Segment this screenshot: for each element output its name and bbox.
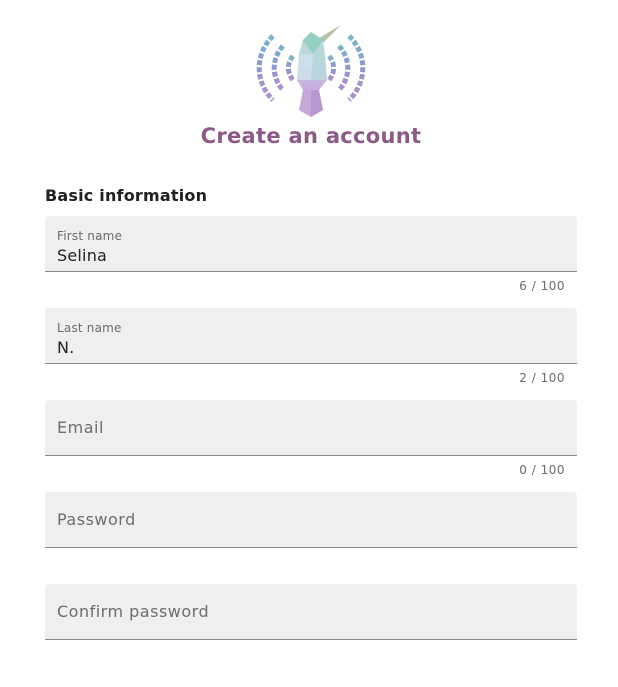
email-field[interactable]: Email (45, 400, 577, 456)
first-name-label: First name (57, 229, 123, 243)
first-name-field[interactable]: First name Selina (45, 216, 577, 272)
page-title: Create an account (200, 124, 422, 148)
hummingbird-signal-logo-icon (256, 25, 366, 117)
last-name-field[interactable]: Last name N. (45, 308, 577, 364)
first-name-character-counter: 6 / 100 (519, 279, 565, 293)
last-name-character-counter: 2 / 100 (519, 371, 565, 385)
email-character-counter: 0 / 100 (519, 463, 565, 477)
confirm-password-field[interactable]: Confirm password (45, 584, 577, 640)
password-field[interactable]: Password (45, 492, 577, 548)
last-name-value[interactable]: N. (57, 338, 74, 358)
password-placeholder: Password (57, 510, 136, 529)
last-name-label: Last name (57, 321, 122, 335)
first-name-value[interactable]: Selina (57, 246, 107, 266)
section-heading-basic-information: Basic information (45, 186, 208, 205)
signup-page: Create an account Basic information Firs… (0, 0, 618, 687)
confirm-password-placeholder: Confirm password (57, 602, 210, 621)
email-placeholder: Email (57, 418, 104, 437)
